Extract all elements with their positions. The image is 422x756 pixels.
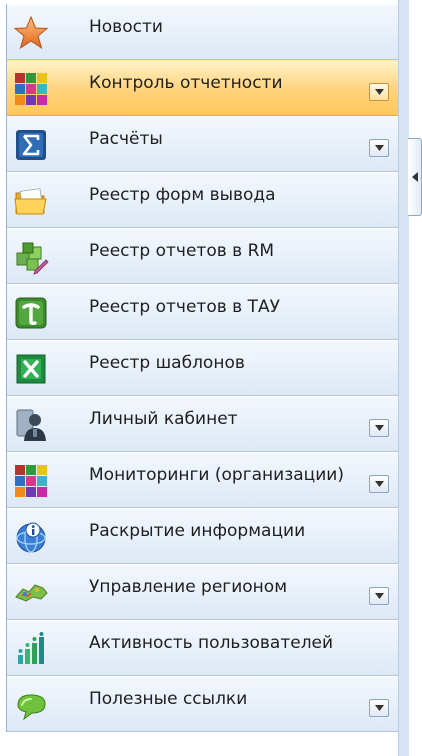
user-icon xyxy=(16,409,46,441)
dropdown-button[interactable] xyxy=(369,419,389,437)
speech-bubble-icon xyxy=(17,694,46,721)
chevron-down-icon xyxy=(374,481,384,487)
nav-item-information-disclosure[interactable]: Раскрытие информации xyxy=(7,508,399,564)
nav-item-templates-registry[interactable]: Реестр шаблонов xyxy=(7,340,399,396)
dropdown-button[interactable] xyxy=(369,83,389,101)
nav-item-label: Контроль отчетности xyxy=(89,73,283,93)
bar-dots-icon xyxy=(18,632,44,664)
nav-item-label: Активность пользователей xyxy=(89,633,334,653)
dropdown-button[interactable] xyxy=(369,699,389,717)
nav-item-label: Расчёты xyxy=(89,129,163,149)
panel-splitter[interactable] xyxy=(398,0,409,756)
cubes-pencil-icon xyxy=(16,242,49,275)
dropdown-button[interactable] xyxy=(369,587,389,605)
folder-icon xyxy=(14,188,47,215)
info-globe-icon xyxy=(16,522,46,553)
nav-item-user-activity[interactable]: Активность пользователей xyxy=(7,620,399,676)
nav-item-label: Управление регионом xyxy=(89,577,288,597)
colored-grid-icon xyxy=(15,465,47,497)
nav-item-label: Реестр отчетов в RM xyxy=(89,241,275,261)
excel-icon xyxy=(16,354,46,384)
navigation-panel: Новости Контроль отчетности Расчёты Реес… xyxy=(6,4,399,732)
nav-item-label: Реестр шаблонов xyxy=(89,353,245,373)
nav-item-rm-reports-registry[interactable]: Реестр отчетов в RM xyxy=(7,228,399,284)
nav-item-label: Личный кабинет xyxy=(89,409,238,429)
star-icon xyxy=(13,15,49,50)
sigma-document-icon xyxy=(16,130,46,160)
chevron-down-icon xyxy=(374,425,384,431)
chevron-down-icon xyxy=(374,145,384,151)
nav-item-reporting-control[interactable]: Контроль отчетности xyxy=(7,60,399,116)
nav-item-label: Новости xyxy=(89,17,163,37)
chevron-down-icon xyxy=(374,705,384,711)
region-map-icon xyxy=(15,584,48,602)
nav-item-tau-reports-registry[interactable]: Реестр отчетов в ТАУ xyxy=(7,284,399,340)
nav-item-label: Реестр форм вывода xyxy=(89,185,276,205)
chevron-down-icon xyxy=(374,89,384,95)
nav-item-label: Полезные ссылки xyxy=(89,689,248,709)
chevron-left-icon xyxy=(411,172,418,182)
nav-item-calculations[interactable]: Расчёты xyxy=(7,116,399,172)
nav-item-label: Мониторинги (организации) xyxy=(89,465,344,485)
nav-item-region-management[interactable]: Управление регионом xyxy=(7,564,399,620)
nav-item-output-forms-registry[interactable]: Реестр форм вывода xyxy=(7,172,399,228)
dropdown-button[interactable] xyxy=(369,475,389,493)
colored-grid-icon xyxy=(15,73,47,105)
letter-t-icon xyxy=(15,297,47,329)
dropdown-button[interactable] xyxy=(369,139,389,157)
nav-item-monitoring-organizations[interactable]: Мониторинги (организации) xyxy=(7,452,399,508)
nav-item-label: Раскрытие информации xyxy=(89,521,306,541)
chevron-down-icon xyxy=(374,593,384,599)
nav-item-personal-account[interactable]: Личный кабинет xyxy=(7,396,399,452)
collapse-panel-button[interactable] xyxy=(408,138,422,216)
nav-item-useful-links[interactable]: Полезные ссылки xyxy=(7,676,399,732)
nav-item-news[interactable]: Новости xyxy=(7,4,399,60)
nav-item-label: Реестр отчетов в ТАУ xyxy=(89,297,280,317)
